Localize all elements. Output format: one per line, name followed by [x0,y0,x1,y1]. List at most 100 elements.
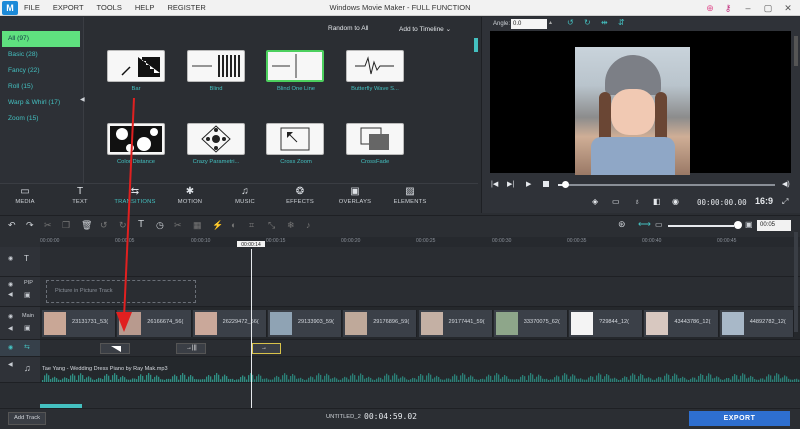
tab-media[interactable]: ▭ MEDIA [0,183,50,213]
tab-text[interactable]: T TEXT [55,183,105,213]
rotate-right-icon[interactable]: ↻ [584,18,591,27]
tab-effects[interactable]: ❂ EFFECTS [275,183,325,213]
angle-input[interactable]: 0.0 [511,19,547,29]
tab-motion[interactable]: ✱ MOTION [165,183,215,213]
transition-blind-one-line-thumb[interactable] [266,50,324,82]
video-clip[interactable]: 43443786_12( [644,310,719,337]
mirror-icon[interactable]: ◧ [653,197,661,206]
transition-blind-thumb[interactable] [187,50,245,82]
text-track[interactable] [40,247,800,277]
camera-icon[interactable]: ▭ [612,197,620,206]
clock-icon[interactable]: ◷ [156,220,164,231]
maximize-button[interactable]: ▢ [758,0,778,16]
eye-icon[interactable]: ◉ [8,344,13,351]
transition-block[interactable] [100,343,130,354]
preview-seek-bar[interactable] [558,184,775,186]
paint-bucket-icon[interactable]: ◈ [592,197,598,206]
tab-music[interactable]: ♫ MUSIC [220,183,270,213]
category-all[interactable]: All (97) [2,31,80,47]
tab-elements[interactable]: ▨ ELEMENTS [385,183,435,213]
category-warp-whirl[interactable]: Warp & Whirl (17) [2,95,80,111]
play-icon[interactable]: ▶ [526,180,531,188]
key-icon[interactable]: ⚷ [718,0,738,16]
add-to-timeline-button[interactable]: Add to Timeline ⌄ [399,25,451,33]
seek-handle[interactable] [561,181,569,188]
rotate-left-icon[interactable]: ↺ [567,18,574,27]
eye-icon[interactable]: ◉ [8,313,13,320]
eye-icon[interactable]: ◉ [8,281,13,288]
add-track-button[interactable]: Add Track [8,412,46,425]
menu-help[interactable]: HELP [135,0,155,16]
copy-icon[interactable]: ❐ [62,220,70,231]
eye-icon[interactable]: ◉ [8,255,13,262]
category-roll[interactable]: Roll (15) [2,79,80,95]
stop-icon[interactable] [543,181,549,187]
tab-overlays[interactable]: ▣ OVERLAYS [330,183,380,213]
category-fancy[interactable]: Fancy (22) [2,63,80,79]
menu-file[interactable]: FILE [24,0,40,16]
close-button[interactable]: ✕ [778,0,798,16]
zoom-slider[interactable] [668,225,734,227]
video-clip[interactable]: 29133903_59( [267,310,343,337]
color-icon[interactable]: ◐ [231,220,236,230]
angle-spinner-icon[interactable]: ▴ [549,19,552,26]
freeze-icon[interactable]: ❄ [287,220,295,231]
speed-icon[interactable]: ⚡ [212,220,223,231]
resize-icon[interactable]: ⤡ [268,220,275,231]
transition-butterfly-thumb[interactable] [346,50,404,82]
category-basic[interactable]: Basic (28) [2,47,80,63]
snap-icon[interactable]: ⊛ [618,219,626,230]
snapshot-icon[interactable]: ◉ [672,197,679,206]
speaker-icon[interactable]: ◀ [8,325,13,332]
preview-scrollbar[interactable] [794,36,798,66]
export-button[interactable]: EXPORT [689,411,790,426]
menu-tools[interactable]: TOOLS [97,0,122,16]
transition-bar-thumb[interactable] [107,50,165,82]
step-back-icon[interactable]: ▶| [507,180,514,188]
transition-block-selected[interactable]: → [252,343,281,354]
audio-detach-icon[interactable]: ♪ [306,220,311,230]
category-zoom[interactable]: Zoom (15) [2,111,80,127]
crop-icon[interactable]: ⌗ [249,220,254,231]
zoom-value-input[interactable]: 00:05 [757,220,791,231]
flip-horizontal-icon[interactable]: ⇹ [601,18,608,27]
microphone-icon[interactable]: ♁ [634,197,640,206]
video-clip[interactable]: 44892782_12( [719,310,794,337]
fit-timeline-icon[interactable]: ⟷ [638,219,651,230]
playhead-line[interactable] [251,249,252,409]
rotate-icon[interactable]: ↺ [100,220,108,231]
video-clip[interactable]: 29176896_59( [343,310,418,337]
zoom-out-icon[interactable]: ▭ [655,220,663,229]
delete-icon[interactable]: 🗑 [81,220,92,231]
library-scrollbar[interactable] [474,38,478,52]
video-clip[interactable]: ?29844_12( [569,310,644,337]
video-clip[interactable]: 29177441_59( [418,310,493,337]
video-clip[interactable]: 33370075_62( [493,310,569,337]
zoom-in-icon[interactable]: ▣ [745,220,753,229]
audio-waveform[interactable] [42,372,800,382]
video-clip[interactable]: 26229472_56( [192,310,267,337]
transition-cross-zoom-thumb[interactable] [266,123,324,155]
redo-icon[interactable]: ↷ [26,220,34,231]
aspect-ratio-selector[interactable]: 16:9 [755,196,773,206]
account-icon[interactable]: ⊕ [700,0,720,16]
skip-back-icon[interactable]: |◀ [491,180,498,188]
speaker-icon[interactable]: ◀ [8,361,13,368]
speaker-icon[interactable]: ◀ [8,291,13,298]
random-to-all-button[interactable]: Random to All [328,25,368,32]
vertical-scrollbar[interactable] [794,232,798,332]
menu-register[interactable]: REGISTER [167,0,205,16]
video-clip[interactable]: 23131731_53( [42,310,117,337]
menu-export[interactable]: EXPORT [53,0,84,16]
fullscreen-icon[interactable]: ⤢ [782,197,788,207]
undo-icon[interactable]: ↶ [8,220,16,231]
split-icon[interactable]: ✂ [174,220,182,231]
transition-block[interactable]: →||| [176,343,206,354]
mosaic-icon[interactable]: ▦ [193,220,202,231]
zoom-slider-handle[interactable] [734,221,742,229]
transition-crossfade-thumb[interactable] [346,123,404,155]
transition-crazy-parametric-thumb[interactable] [187,123,245,155]
flip-vertical-icon[interactable]: ⇵ [618,18,625,27]
minimize-button[interactable]: – [738,0,758,16]
volume-icon[interactable]: ◀) [782,180,790,188]
